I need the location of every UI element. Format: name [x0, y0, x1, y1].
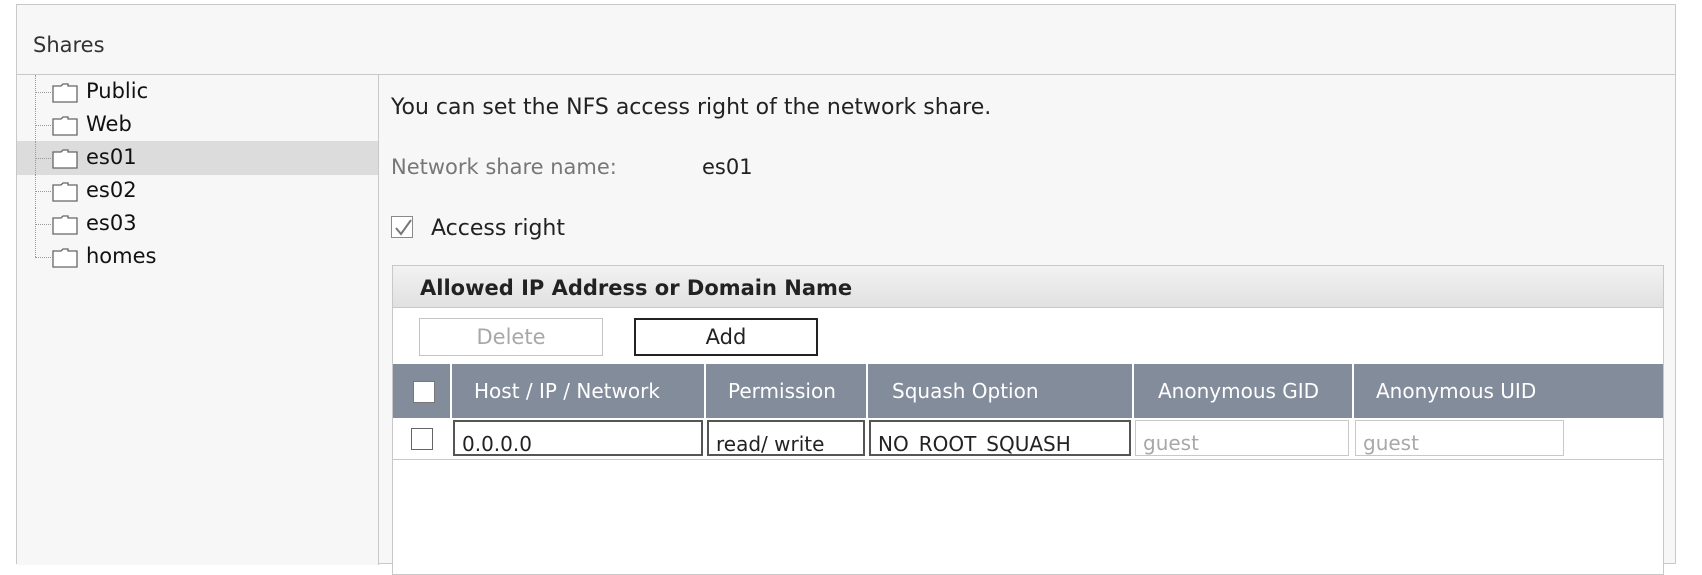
grid-header: Host / IP / Network Permission Squash Op…	[393, 364, 1663, 418]
squash-select[interactable]: NO_ROOT_SQUASH	[869, 420, 1131, 456]
column-header-squash[interactable]: Squash Option	[868, 364, 1134, 418]
delete-button[interactable]: Delete	[419, 318, 603, 356]
folder-icon	[52, 149, 78, 169]
host-field[interactable]: 0.0.0.0	[453, 420, 703, 456]
tree-connector	[35, 125, 51, 126]
folder-icon	[52, 83, 78, 103]
table-row: 0.0.0.0 read/ write NO_ROOT_SQUASH guest…	[393, 418, 1663, 460]
shares-panel: Shares Public Web es01 es02 es03 homes Y…	[16, 4, 1676, 575]
header-select-cell	[393, 364, 452, 418]
select-all-checkbox[interactable]	[413, 381, 435, 403]
folder-icon	[52, 116, 78, 136]
access-right-checkbox[interactable]	[391, 216, 413, 238]
column-header-anon-gid[interactable]: Anonymous GID	[1134, 364, 1354, 418]
add-button[interactable]: Add	[634, 318, 818, 356]
share-name-label: Network share name:	[391, 155, 617, 179]
access-right-label[interactable]: Access right	[431, 216, 565, 241]
column-header-host[interactable]: Host / IP / Network	[452, 364, 706, 418]
row-checkbox[interactable]	[411, 428, 433, 450]
tree-connector	[35, 240, 36, 257]
permission-select[interactable]: read/ write	[707, 420, 865, 456]
panel-title: Shares	[33, 33, 105, 57]
tree-connector	[35, 92, 51, 93]
checkmark-icon	[395, 219, 412, 236]
section-header: Allowed IP Address or Domain Name	[393, 266, 1663, 308]
tree-item-public[interactable]: Public	[17, 75, 378, 109]
section-title: Allowed IP Address or Domain Name	[420, 276, 853, 300]
tree-connector	[35, 158, 51, 159]
folder-icon	[52, 215, 78, 235]
tree-connector	[35, 257, 51, 258]
tree-item-label: Public	[86, 79, 149, 103]
allowed-ip-section: Allowed IP Address or Domain Name Delete…	[392, 265, 1664, 575]
anonymous-uid-field[interactable]: guest	[1355, 420, 1564, 456]
column-header-permission[interactable]: Permission	[706, 364, 868, 418]
tree-item-es01[interactable]: es01	[17, 141, 378, 175]
panel-header: Shares	[17, 5, 1675, 75]
tree-connector	[35, 224, 51, 225]
tree-item-homes[interactable]: homes	[17, 240, 378, 274]
folder-icon	[52, 182, 78, 202]
tree-item-label: Web	[86, 112, 132, 136]
share-tree: Public Web es01 es02 es03 homes	[17, 75, 379, 565]
tree-item-es03[interactable]: es03	[17, 207, 378, 241]
nfs-description: You can set the NFS access right of the …	[391, 95, 992, 120]
tree-item-web[interactable]: Web	[17, 108, 378, 142]
nfs-settings: You can set the NFS access right of the …	[379, 75, 1675, 575]
tree-item-label: es03	[86, 211, 137, 235]
tree-item-es02[interactable]: es02	[17, 174, 378, 208]
column-header-anon-uid[interactable]: Anonymous UID	[1354, 364, 1663, 418]
tree-item-label: homes	[86, 244, 157, 268]
tree-item-label: es01	[86, 145, 137, 169]
share-name-value: es01	[702, 155, 753, 179]
tree-connector	[35, 191, 51, 192]
folder-icon	[52, 248, 78, 268]
anonymous-gid-field[interactable]: guest	[1135, 420, 1349, 456]
tree-item-label: es02	[86, 178, 137, 202]
